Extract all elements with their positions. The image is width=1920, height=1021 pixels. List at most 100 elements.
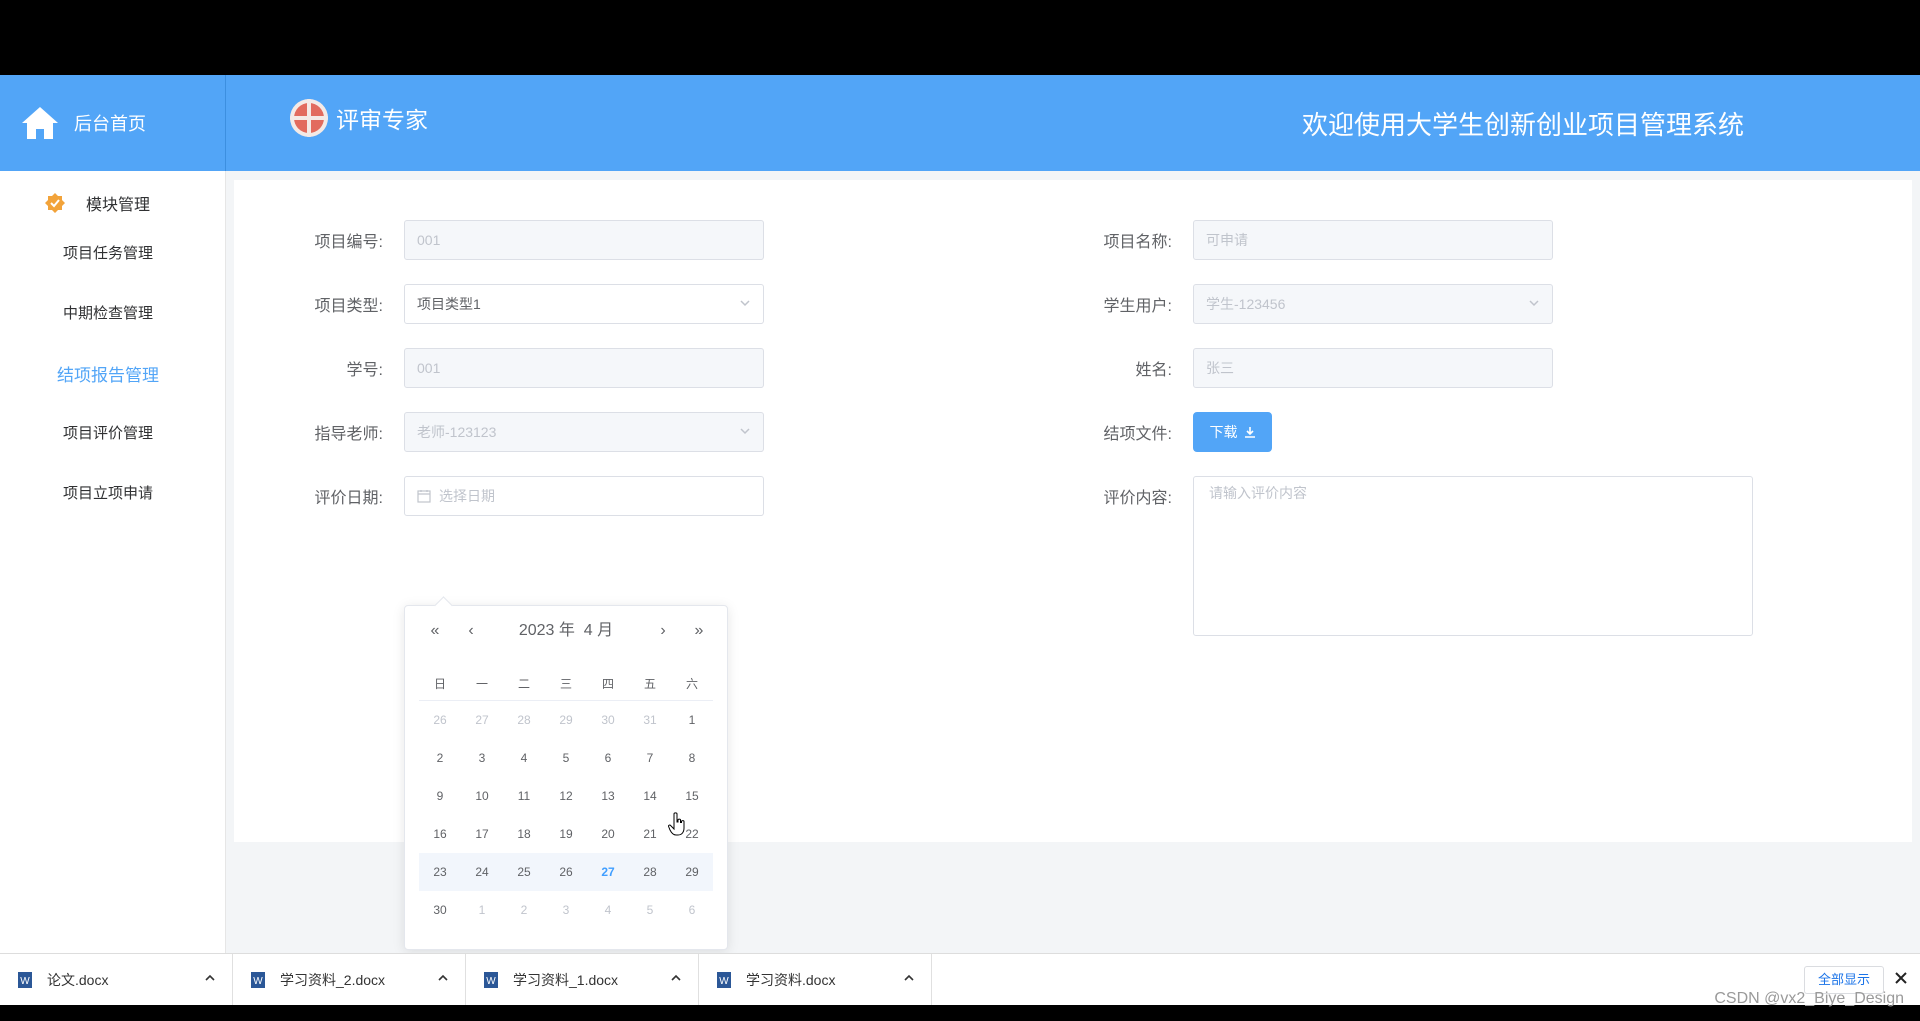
calendar-day[interactable]: 28: [503, 701, 545, 740]
prev-month-icon[interactable]: ‹: [459, 616, 483, 646]
hand-cursor-icon: [668, 812, 685, 836]
calendar-day[interactable]: 14: [629, 777, 671, 815]
calendar-day[interactable]: 1: [461, 891, 503, 929]
calendar-day[interactable]: 4: [503, 739, 545, 777]
calendar-day[interactable]: 28: [629, 853, 671, 891]
download-button[interactable]: 下载: [1193, 412, 1272, 452]
calendar-day[interactable]: 27: [587, 853, 629, 891]
role-label: 评审专家: [336, 107, 428, 133]
calendar-day[interactable]: 2: [503, 891, 545, 929]
calendar-day[interactable]: 4: [587, 891, 629, 929]
sidebar-item-application[interactable]: 项目立项申请: [0, 482, 216, 503]
calendar-day[interactable]: 6: [671, 891, 713, 929]
eval-content-textarea[interactable]: 请输入评价内容: [1193, 476, 1753, 636]
calendar-day[interactable]: 7: [629, 739, 671, 777]
calendar-day[interactable]: 1: [671, 701, 713, 740]
sidebar-group-module[interactable]: 模块管理: [0, 183, 225, 223]
picker-month[interactable]: 4 月: [584, 622, 613, 639]
chevron-up-icon[interactable]: [903, 972, 915, 984]
calendar-day[interactable]: 19: [545, 815, 587, 853]
calendar-grid: 日一二三四五六 26 27 28 29 30 31 1 2 3 4 5 6 7 8 9 10 11 12 13 14 1…: [419, 666, 713, 929]
picker-year[interactable]: 2023 年: [519, 622, 575, 639]
weekday-header: 六: [671, 666, 713, 701]
project-name-input[interactable]: 可申请: [1193, 220, 1553, 260]
download-filename: 论文.docx: [47, 972, 109, 988]
calendar-day[interactable]: 11: [503, 777, 545, 815]
eval-date-input[interactable]: 选择日期: [404, 476, 764, 516]
calendar-day[interactable]: 20: [587, 815, 629, 853]
calendar-day[interactable]: 8: [671, 739, 713, 777]
student-no-input[interactable]: 001: [404, 348, 764, 388]
project-type-select[interactable]: 项目类型1: [404, 284, 764, 324]
calendar-day[interactable]: 12: [545, 777, 587, 815]
picker-title: 2023 年 4 月: [405, 616, 727, 646]
name-label: 姓名:: [1135, 362, 1172, 379]
chevron-up-icon[interactable]: [204, 972, 216, 984]
download-shelf: W 论文.docx W 学习资料_2.docx W 学习资料_1.docx W …: [0, 953, 1920, 1006]
user-role: 评审专家: [290, 99, 428, 137]
top-black-bar: [0, 0, 1920, 75]
calendar-day[interactable]: 17: [461, 815, 503, 853]
calendar-day[interactable]: 26: [419, 701, 461, 740]
prev-year-icon[interactable]: «: [423, 616, 447, 646]
calendar-day[interactable]: 30: [419, 891, 461, 929]
word-doc-icon: W: [18, 972, 32, 988]
word-doc-icon: W: [251, 972, 265, 988]
calendar-day[interactable]: 9: [419, 777, 461, 815]
download-item[interactable]: W 学习资料_1.docx: [466, 954, 699, 1006]
calendar-day[interactable]: 3: [545, 891, 587, 929]
name-input[interactable]: 张三: [1193, 348, 1553, 388]
calendar-day[interactable]: 15: [671, 777, 713, 815]
calendar-day[interactable]: 29: [545, 701, 587, 740]
svg-text:W: W: [253, 976, 263, 987]
download-item[interactable]: W 学习资料_2.docx: [233, 954, 466, 1006]
project-type-value: 项目类型1: [417, 296, 481, 312]
student-user-select[interactable]: 学生-123456: [1193, 284, 1553, 324]
word-doc-icon: W: [484, 972, 498, 988]
calendar-icon: [417, 490, 431, 503]
sidebar-item-midterm[interactable]: 中期检查管理: [0, 302, 216, 323]
calendar-day[interactable]: 26: [545, 853, 587, 891]
watermark: CSDN @vx2_Biye_Design: [1714, 990, 1904, 1007]
calendar-day[interactable]: 23: [419, 853, 461, 891]
next-year-icon[interactable]: »: [687, 616, 711, 646]
calendar-day[interactable]: 6: [587, 739, 629, 777]
svg-text:W: W: [486, 976, 496, 987]
calendar-day[interactable]: 30: [587, 701, 629, 740]
sidebar-item-final-report[interactable]: 结项报告管理: [0, 361, 216, 386]
calendar-day[interactable]: 10: [461, 777, 503, 815]
calendar-day[interactable]: 31: [629, 701, 671, 740]
student-user-label: 学生用户:: [1103, 298, 1172, 315]
calendar-day[interactable]: 18: [503, 815, 545, 853]
student-user-value: 学生-123456: [1206, 296, 1286, 312]
download-filename: 学习资料_1.docx: [513, 972, 619, 988]
weekday-header: 三: [545, 666, 587, 701]
sidebar-item-evaluation[interactable]: 项目评价管理: [0, 422, 216, 443]
calendar-day[interactable]: 29: [671, 853, 713, 891]
sidebar: 模块管理 项目任务管理 中期检查管理 结项报告管理 项目评价管理 项目立项申请: [0, 171, 226, 953]
final-file-label: 结项文件:: [1103, 426, 1172, 443]
download-item[interactable]: W 学习资料.docx: [699, 954, 932, 1006]
home-link[interactable]: 后台首页: [0, 75, 226, 171]
calendar-day[interactable]: 5: [629, 891, 671, 929]
next-month-icon[interactable]: ›: [651, 616, 675, 646]
teacher-select[interactable]: 老师-123123: [404, 412, 764, 452]
chevron-up-icon[interactable]: [437, 972, 449, 984]
calendar-day[interactable]: 24: [461, 853, 503, 891]
sidebar-item-task[interactable]: 项目任务管理: [0, 242, 216, 263]
calendar-day[interactable]: 2: [419, 739, 461, 777]
calendar-day[interactable]: 3: [461, 739, 503, 777]
calendar-day[interactable]: 27: [461, 701, 503, 740]
calendar-day[interactable]: 25: [503, 853, 545, 891]
calendar-day[interactable]: 5: [545, 739, 587, 777]
chevron-up-icon[interactable]: [670, 972, 682, 984]
calendar-day[interactable]: 16: [419, 815, 461, 853]
app-window: 后台首页 评审专家 欢迎使用大学生创新创业项目管理系统 模块管理 项目任务管理 …: [0, 75, 1920, 953]
calendar-day[interactable]: 13: [587, 777, 629, 815]
eval-date-label: 评价日期:: [314, 490, 383, 507]
project-no-input[interactable]: 001: [404, 220, 764, 260]
close-icon[interactable]: [1893, 970, 1909, 986]
calendar-day[interactable]: 21: [629, 815, 671, 853]
calendar-week-row: 26 27 28 29 30 31 1: [419, 701, 713, 740]
download-item[interactable]: W 论文.docx: [0, 954, 233, 1006]
